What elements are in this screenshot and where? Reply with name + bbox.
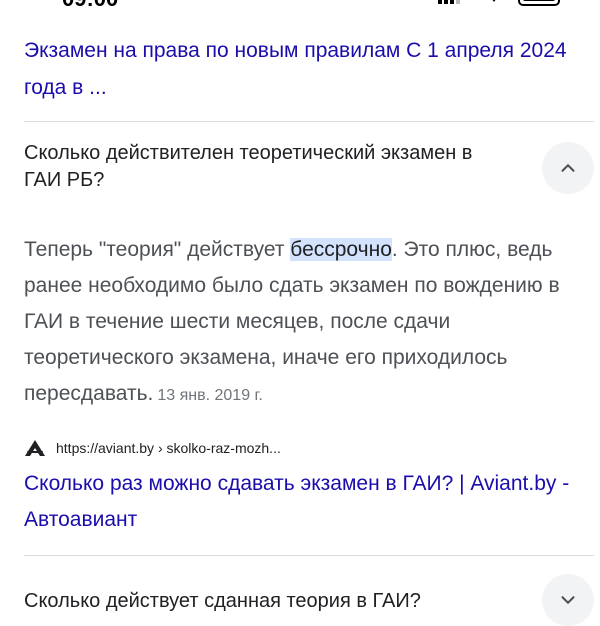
answer-date: 13 янв. 2019 г. xyxy=(157,387,263,404)
faq-answer: Теперь "теория" действует бессрочно. Это… xyxy=(24,232,584,414)
top-result-link[interactable]: Экзамен на права по новым правилам С 1 а… xyxy=(24,32,574,106)
collapse-button[interactable] xyxy=(542,142,594,194)
divider xyxy=(24,555,594,556)
faq-question-2[interactable]: Сколько действует сданная теория в ГАИ? xyxy=(24,588,524,615)
source-line[interactable]: https://aviant.by › skolko-raz-mozh... xyxy=(24,438,281,458)
chevron-down-icon xyxy=(561,596,575,604)
aviant-logo-icon xyxy=(25,440,45,456)
status-time: 09:00 xyxy=(62,0,118,12)
expand-button[interactable] xyxy=(542,574,594,626)
source-url: https://aviant.by › skolko-raz-mozh... xyxy=(56,440,281,456)
status-bar: 09:00 xyxy=(0,0,600,11)
wifi-icon xyxy=(484,0,504,2)
battery-icon xyxy=(518,0,560,6)
signal-icon xyxy=(438,0,462,4)
answer-highlight: бессрочно xyxy=(290,238,392,261)
answer-text-rest: . Это плюс, ведь ранее необходимо было с… xyxy=(24,238,560,405)
divider xyxy=(24,121,594,122)
faq-question-1[interactable]: Сколько действителен теоретический экзам… xyxy=(24,140,494,194)
result-link[interactable]: Сколько раз можно сдавать экзамен в ГАИ?… xyxy=(24,466,584,538)
answer-text-start: Теперь "теория" действует xyxy=(24,238,291,261)
chevron-up-icon xyxy=(561,164,575,172)
